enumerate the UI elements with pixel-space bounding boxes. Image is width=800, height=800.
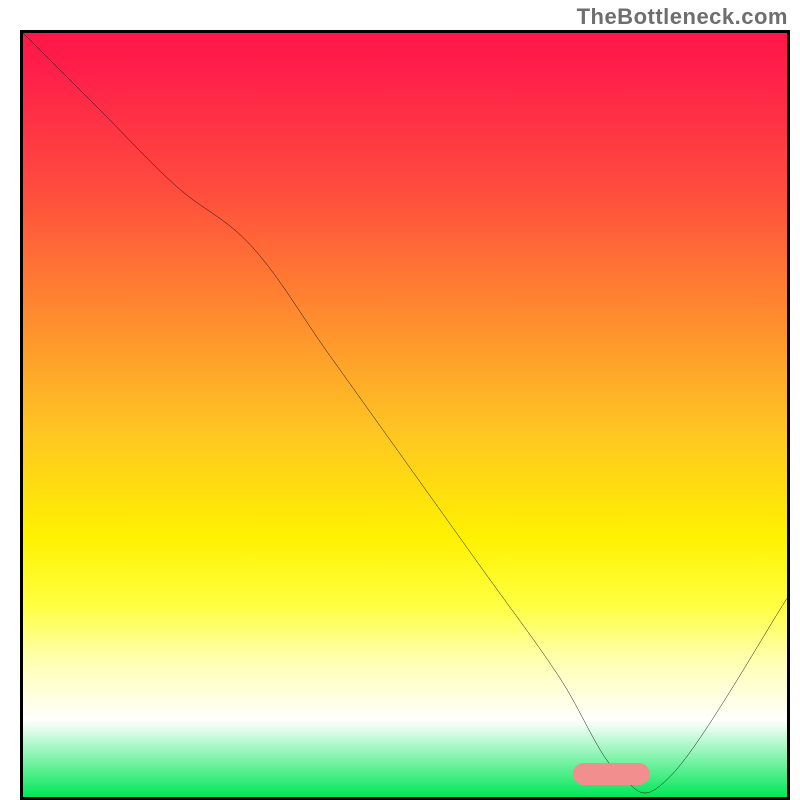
chart-line: [23, 33, 787, 797]
marker-pill: [573, 763, 649, 785]
chart-curve-path: [23, 33, 787, 793]
chart-area: [20, 30, 790, 800]
watermark-text: TheBottleneck.com: [577, 4, 788, 30]
